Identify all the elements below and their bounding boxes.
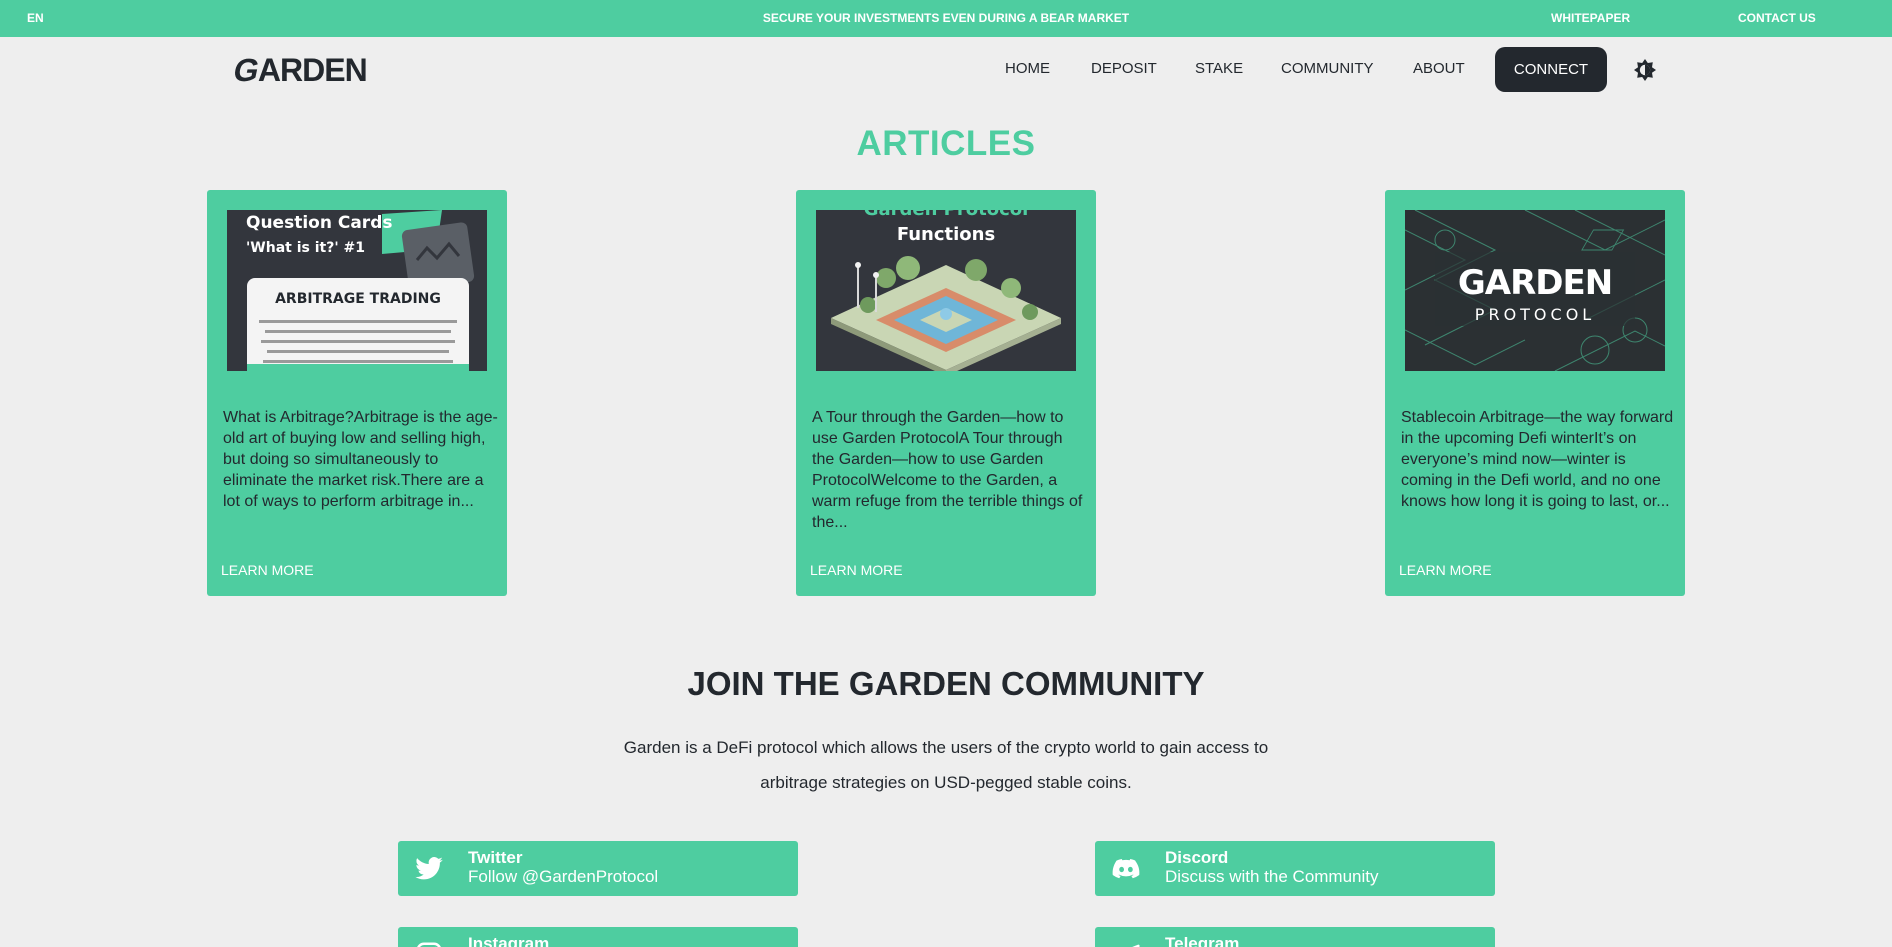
article-card[interactable]: GARDEN PROTOCOL Stablecoin Arbitrage—the…	[1385, 190, 1685, 596]
thumb-card-heading: ARBITRAGE TRADING	[275, 291, 441, 307]
article-thumbnail: Question Cards 'What is it?' #1 ARBITRAG…	[227, 210, 487, 371]
nav-deposit[interactable]: DEPOSIT	[1091, 60, 1157, 77]
articles-heading: ARTICLES	[856, 124, 1036, 163]
instagram-name: Instagram	[468, 934, 550, 947]
learn-more-link[interactable]: LEARN MORE	[221, 562, 314, 578]
article-card[interactable]: Question Cards 'What is it?' #1 ARBITRAG…	[207, 190, 507, 596]
connect-button[interactable]: CONNECT	[1495, 47, 1607, 92]
instagram-icon	[414, 940, 444, 947]
nav-stake[interactable]: STAKE	[1195, 60, 1243, 77]
twitter-subtitle: Follow @GardenProtocol	[468, 867, 659, 886]
telegram-icon	[1111, 940, 1141, 947]
nav-about[interactable]: ABOUT	[1413, 60, 1465, 77]
community-description: Garden is a DeFi protocol which allows t…	[623, 738, 1269, 792]
learn-more-link[interactable]: LEARN MORE	[1399, 562, 1492, 578]
instagram-button[interactable]: Instagram	[398, 927, 798, 947]
main-nav: HOME DEPOSIT STAKE COMMUNITY ABOUT	[0, 47, 1892, 91]
whitepaper-link[interactable]: WHITEPAPER	[1551, 11, 1630, 25]
brightness-icon[interactable]	[1633, 58, 1657, 82]
discord-name: Discord	[1165, 848, 1229, 867]
twitter-name: Twitter	[468, 848, 523, 867]
article-thumbnail: GARDEN PROTOCOL	[1405, 210, 1665, 371]
twitter-button[interactable]: Twitter Follow @GardenProtocol	[398, 841, 798, 896]
thumb-title-2: 'What is it?' #1	[246, 240, 365, 256]
discord-button[interactable]: Discord Discuss with the Community	[1095, 841, 1495, 896]
thumb-title-2: PROTOCOL	[1475, 305, 1595, 324]
thumb-title-1: Question Cards	[246, 213, 392, 233]
learn-more-link[interactable]: LEARN MORE	[810, 562, 903, 578]
thumb-title-2: Functions	[897, 224, 995, 245]
telegram-name: Telegram	[1165, 934, 1240, 947]
article-excerpt: Stablecoin Arbitrage—the way forward in …	[1401, 409, 1674, 510]
twitter-icon	[414, 854, 444, 884]
thumb-title-1: GARDEN	[1458, 263, 1612, 303]
article-card[interactable]: Garden Protocol Functions A Tour through…	[796, 190, 1096, 596]
thumb-title-1: Garden Protocol	[864, 210, 1029, 220]
article-excerpt: A Tour through the Garden—how to use Gar…	[812, 409, 1083, 531]
community-heading: JOIN THE GARDEN COMMUNITY	[687, 665, 1205, 702]
contact-link[interactable]: CONTACT US	[1738, 11, 1816, 25]
discord-icon	[1111, 854, 1141, 884]
nav-community[interactable]: COMMUNITY	[1281, 60, 1374, 77]
discord-subtitle: Discuss with the Community	[1165, 867, 1379, 886]
announcement-bar: EN SECURE YOUR INVESTMENTS EVEN DURING A…	[0, 0, 1892, 37]
article-excerpt: What is Arbitrage?Arbitrage is the age-o…	[223, 409, 498, 510]
article-thumbnail: Garden Protocol Functions	[816, 210, 1076, 371]
telegram-button[interactable]: Telegram	[1095, 927, 1495, 947]
nav-home[interactable]: HOME	[1005, 60, 1050, 77]
